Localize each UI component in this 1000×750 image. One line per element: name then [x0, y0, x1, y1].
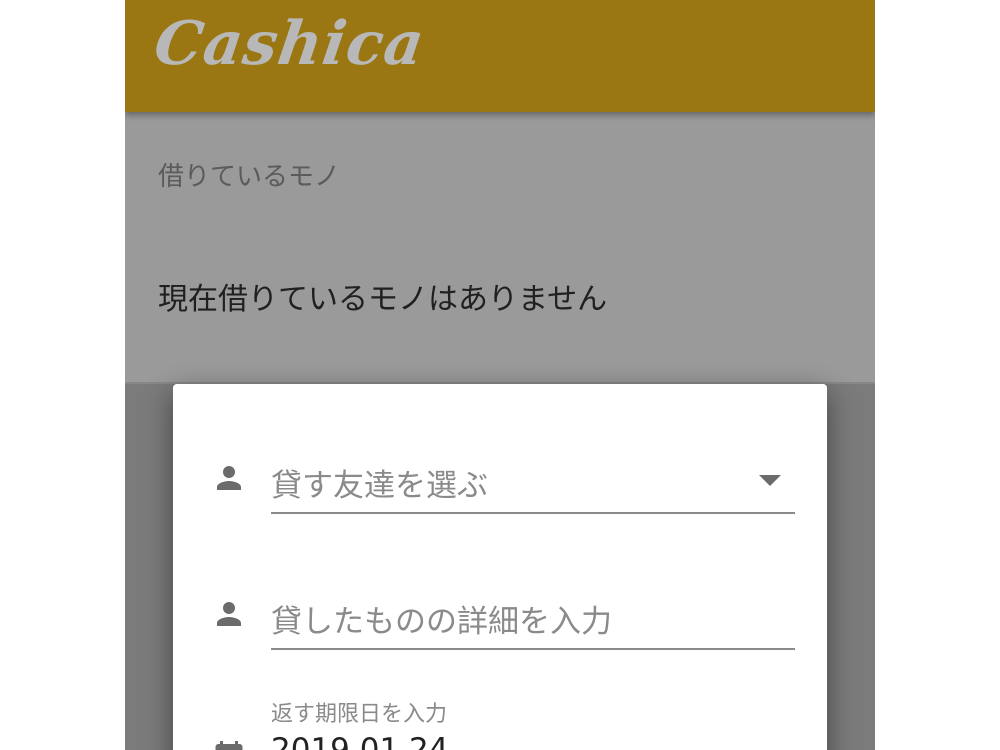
friend-select-input[interactable]: 貸す友達を選ぶ: [271, 460, 795, 514]
item-detail-input[interactable]: 貸したものの詳細を入力: [271, 596, 795, 650]
due-date-field[interactable]: 返す期限日を入力 2019.01.24: [211, 696, 795, 750]
person-icon: [211, 596, 247, 632]
calendar-icon[interactable]: [211, 738, 247, 750]
lend-dialog: 貸す友達を選ぶ 貸したものの詳細を入力 返す期限日を入力 2019.01.24: [173, 384, 827, 750]
due-date-value[interactable]: 2019.01.24: [271, 732, 449, 750]
borrowed-items-card: 借りているモノ 現在借りているモノはありません: [125, 112, 875, 384]
person-icon: [211, 460, 247, 496]
app-screen: Cashica 借りているモノ 現在借りているモノはありません 貸す友達を選ぶ …: [125, 0, 875, 750]
app-logo: Cashica: [150, 9, 430, 79]
friend-select-field[interactable]: 貸す友達を選ぶ: [211, 460, 795, 516]
empty-state-message: 現在借りているモノはありません: [158, 282, 608, 317]
friend-select-placeholder: 貸す友達を選ぶ: [271, 468, 488, 504]
item-detail-placeholder: 貸したものの詳細を入力: [271, 604, 612, 640]
dropdown-arrow-icon[interactable]: [759, 475, 781, 486]
item-detail-field[interactable]: 貸したものの詳細を入力: [211, 596, 795, 652]
app-header: Cashica: [125, 0, 875, 112]
section-title: 借りているモノ: [158, 162, 341, 192]
due-date-label: 返す期限日を入力: [271, 702, 448, 727]
